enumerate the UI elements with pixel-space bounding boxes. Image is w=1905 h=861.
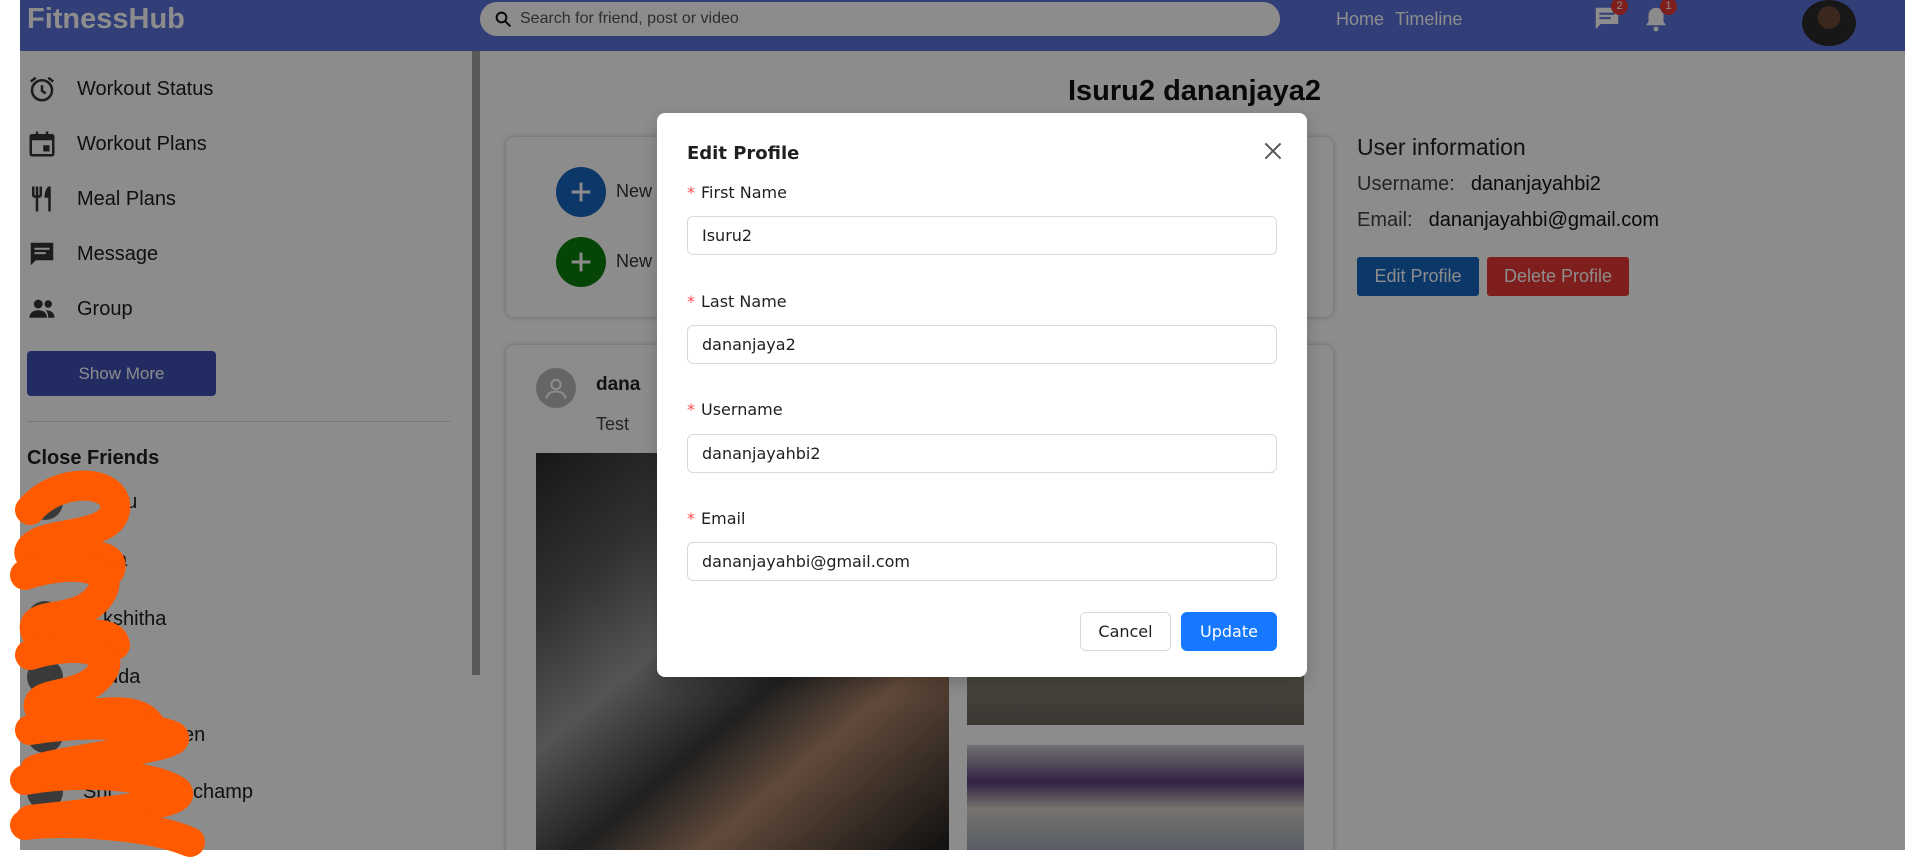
required-marker: *: [687, 183, 695, 202]
redaction-scribble: [10, 470, 205, 857]
cancel-button[interactable]: Cancel: [1080, 612, 1171, 651]
page: FitnessHub Home Timeline 2 1 Workout Sta…: [20, 0, 1905, 850]
update-button[interactable]: Update: [1181, 612, 1277, 651]
first-name-label: * First Name: [687, 183, 787, 202]
first-name-field[interactable]: [687, 216, 1277, 255]
field-label-text: Username: [701, 400, 783, 419]
field-label-text: Last Name: [701, 292, 787, 311]
username-field[interactable]: [687, 434, 1277, 473]
required-marker: *: [687, 400, 695, 419]
app-root: FitnessHub Home Timeline 2 1 Workout Sta…: [0, 0, 1905, 861]
field-label-text: First Name: [701, 183, 787, 202]
username-label: * Username: [687, 400, 783, 419]
modal-title: Edit Profile: [687, 143, 800, 164]
email-label: * Email: [687, 509, 745, 528]
required-marker: *: [687, 509, 695, 528]
required-marker: *: [687, 292, 695, 311]
modal-close-button[interactable]: [1260, 138, 1286, 164]
last-name-label: * Last Name: [687, 292, 787, 311]
field-label-text: Email: [701, 509, 746, 528]
edit-profile-modal: Edit Profile * First Name * Last Name * Use…: [657, 113, 1307, 677]
email-field[interactable]: [687, 542, 1277, 581]
close-icon: [1264, 142, 1282, 160]
last-name-field[interactable]: [687, 325, 1277, 364]
